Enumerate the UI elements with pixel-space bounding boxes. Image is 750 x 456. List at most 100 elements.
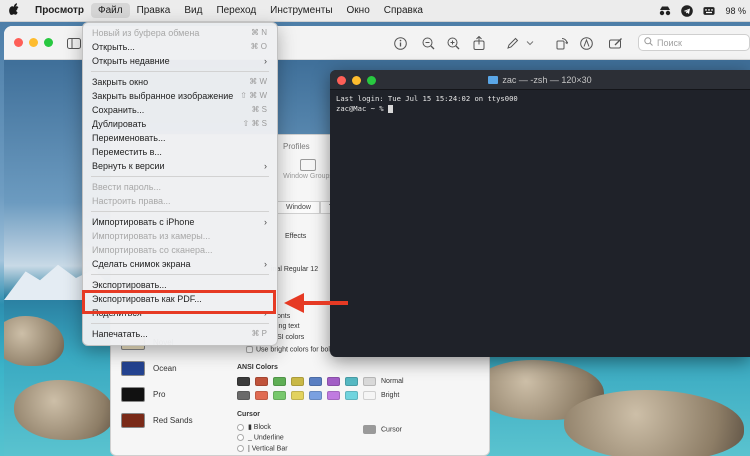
menu-item-label: Импортировать из камеры... [92,231,211,241]
search-field[interactable]: Поиск [638,34,750,51]
menu-help[interactable]: Справка [377,3,430,18]
profile-item[interactable]: Ocean [115,355,215,381]
menu-separator [91,71,269,72]
profile-name: Pro [153,389,166,399]
sidebar-toggle-icon[interactable] [66,35,82,51]
checkbox[interactable] [246,346,253,353]
terminal-output[interactable]: Last login: Tue Jul 15 15:24:02 on ttys0… [336,94,518,114]
profile-name: Red Sands [153,415,193,425]
chevron-down-icon[interactable] [522,35,538,51]
highlight-icon[interactable] [578,35,594,51]
color-swatch[interactable] [237,391,250,400]
zoom-window-button[interactable] [44,38,53,47]
menu-item[interactable]: Сохранить... ⌘ S [87,103,273,117]
search-placeholder: Поиск [657,37,682,48]
menu-item-label: Дублировать [92,119,147,129]
menu-item[interactable]: Сделать снимок экрана › [87,257,273,271]
menu-item-label: Закрыть окно [92,77,149,87]
terminal-close-button[interactable] [337,76,346,85]
menu-item[interactable]: Дублировать ⇧ ⌘ S [87,117,273,131]
profiles-tab-label[interactable]: Profiles [283,142,310,151]
color-swatch[interactable] [273,391,286,400]
cursor-color-well[interactable]: Cursor [363,425,402,434]
menu-edit[interactable]: Правка [130,3,178,18]
profile-item[interactable]: Pro [115,381,215,407]
rotate-icon[interactable] [553,35,569,51]
menu-item-label: Напечатать... [92,329,148,339]
preview-window-controls [14,38,53,47]
profile-item[interactable]: Red Sands [115,407,215,433]
color-swatch[interactable] [345,391,358,400]
menu-item-label: Экспортировать... [92,280,167,290]
color-swatch[interactable] [309,377,322,386]
share-icon[interactable] [471,35,487,51]
menu-app-name[interactable]: Просмотр [28,3,91,18]
color-swatch[interactable] [345,377,358,386]
settings-text-label: Use bright colors for bold te [256,346,342,354]
chevron-right-icon: › [264,161,267,171]
menu-item-shortcut: ⌘ S [251,105,267,114]
menu-item-label: Переместить в... [92,147,162,157]
settings-text: Effects [285,233,306,240]
menu-item[interactable]: Импортировать с iPhone › [87,215,273,229]
settings-text-label: ing text [277,323,300,330]
cursor-option-underline[interactable]: _ Underline [237,434,284,441]
menu-item-shortcut: ⇧ ⌘ S [242,119,267,128]
search-icon [644,37,653,48]
markup-pen-icon[interactable] [504,35,520,51]
profile-thumbnail [121,412,145,428]
menu-go[interactable]: Переход [209,3,263,18]
color-swatch[interactable] [237,377,250,386]
battery-percent[interactable]: 98 % [725,6,746,16]
keyboard-icon[interactable] [703,5,716,17]
terminal-zoom-button[interactable] [367,76,376,85]
terminal-minimize-button[interactable] [352,76,361,85]
zoom-in-icon[interactable] [445,35,461,51]
cursor-option-block[interactable]: ▮ Block [237,423,271,431]
menu-tools[interactable]: Инструменты [263,3,339,18]
zoom-out-icon[interactable] [420,35,436,51]
incognito-icon[interactable] [659,5,671,17]
menu-window[interactable]: Окно [340,3,377,18]
menu-bar: Просмотр Файл Правка Вид Переход Инструм… [0,0,750,22]
apple-menu-icon[interactable] [0,3,28,18]
minimize-window-button[interactable] [29,38,38,47]
normal-label: Normal [381,378,404,385]
info-icon[interactable] [392,35,408,51]
close-window-button[interactable] [14,38,23,47]
window-groups-tab[interactable]: Window Groups [283,159,333,180]
color-swatch[interactable] [273,377,286,386]
menu-item[interactable]: Переименовать... [87,131,273,145]
menu-item[interactable]: Напечатать... ⌘ P [87,327,273,341]
settings-text-label: SI colors [277,334,305,341]
chevron-right-icon: › [264,56,267,66]
color-swatch[interactable] [363,391,376,400]
color-swatch[interactable] [327,391,340,400]
settings-text-label: inal Regular 12 [271,266,319,273]
annotate-icon[interactable] [608,35,624,51]
menu-item[interactable]: Открыть недавние › [87,54,273,68]
color-swatch[interactable] [291,391,304,400]
menu-item[interactable]: Переместить в... [87,145,273,159]
rock [14,380,114,440]
menu-file[interactable]: Файл [90,3,130,18]
menu-item-shortcut: ⌘ O [250,42,267,51]
cursor-option-vertical-bar[interactable]: | Vertical Bar [237,445,288,452]
color-swatch[interactable] [363,377,376,386]
menu-item-shortcut: ⌘ N [251,28,267,37]
menu-item-label: Сделать снимок экрана [92,259,191,269]
menu-view[interactable]: Вид [177,3,209,18]
menu-item-label: Сохранить... [92,105,145,115]
color-swatch[interactable] [327,377,340,386]
color-swatch[interactable] [255,377,268,386]
menu-item[interactable]: Открыть... ⌘ O [87,40,273,54]
tab-window[interactable]: Window [277,201,320,214]
profile-name: Ocean [153,363,177,373]
menu-item[interactable]: Закрыть выбранное изображение ⇧ ⌘ W [87,89,273,103]
menu-item[interactable]: Вернуть к версии › [87,159,273,173]
menu-item[interactable]: Закрыть окно ⌘ W [87,75,273,89]
telegram-icon[interactable] [681,5,694,17]
color-swatch[interactable] [309,391,322,400]
color-swatch[interactable] [291,377,304,386]
color-swatch[interactable] [255,391,268,400]
